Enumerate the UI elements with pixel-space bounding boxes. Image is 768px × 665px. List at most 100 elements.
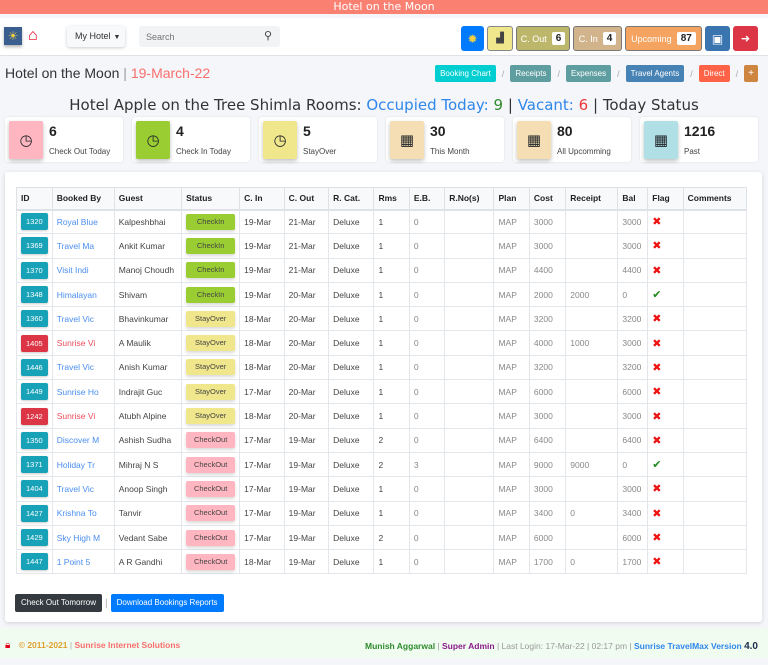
column-header[interactable]: E.B. — [408, 187, 446, 211]
booking-id-button[interactable]: 1370 — [21, 261, 48, 279]
search-input[interactable] — [139, 26, 249, 47]
booking-id-button[interactable]: 1404 — [21, 480, 48, 498]
plus-square-icon[interactable]: + — [744, 65, 758, 82]
booking-id-button[interactable]: 1405 — [21, 334, 48, 352]
column-header[interactable]: Receipt — [565, 187, 619, 211]
booking-id-button[interactable]: 1447 — [21, 553, 48, 571]
booking-id-button[interactable]: 1242 — [21, 407, 48, 425]
status-badge[interactable]: CheckOut — [186, 553, 236, 570]
table-row[interactable]: 1371 Holiday Tr Mihraj N S CheckOut 17-Mar 19… — [16, 451, 748, 478]
status-badge[interactable]: CheckIn — [186, 286, 236, 303]
table-row[interactable]: 1360 Travel Vic Bhavinkumar StayOver 18-Mar 2… — [16, 306, 748, 332]
booking-id-button[interactable]: 1429 — [21, 529, 48, 546]
column-header[interactable]: C. Out — [283, 187, 330, 211]
booked-by-link[interactable]: Himalayan — [57, 290, 97, 300]
table-row[interactable]: 1447 1 Point 5 A R Gandhi CheckOut 18-Mar 19-… — [16, 549, 748, 575]
crumb-travel-agents[interactable]: Travel Agents — [625, 65, 685, 82]
booked-by-link[interactable]: Travel Ma — [57, 241, 94, 251]
summary-card[interactable]: ◷ 6 Check Out Today — [5, 117, 123, 162]
table-row[interactable]: 1427 Krishna To Tanvir CheckOut 17-Mar 19-Mar… — [16, 500, 748, 526]
booked-by-link[interactable]: Travel Vic — [57, 362, 94, 372]
column-header[interactable]: C. In — [239, 187, 285, 211]
status-badge[interactable]: CheckOut — [186, 529, 236, 546]
booked-by-link[interactable]: Sky High M — [57, 533, 100, 543]
summary-card[interactable]: ▦ 30 This Month — [386, 117, 504, 162]
search-icon[interactable]: ⚲ — [264, 29, 272, 42]
table-row[interactable]: 1320 Royal Blue Kalpeshbhai CheckIn 19-Mar 21… — [16, 208, 748, 235]
status-badge[interactable]: StayOver — [186, 408, 236, 425]
booked-by-link[interactable]: Visit Indi — [57, 265, 89, 275]
check-out-tomorrow-button[interactable]: Check Out Tomorrow — [15, 594, 102, 612]
summary-card[interactable]: ◷ 5 StayOver — [259, 117, 377, 162]
column-header[interactable]: ID — [16, 187, 53, 211]
download-reports-button[interactable]: Download Bookings Reports — [110, 594, 224, 612]
column-header[interactable]: Status — [181, 187, 241, 211]
booking-id-button[interactable]: 1360 — [21, 310, 48, 328]
column-header[interactable]: R.No(s) — [444, 187, 495, 211]
column-header[interactable]: Flag — [647, 187, 684, 211]
crumb-receipts[interactable]: Receipts — [510, 65, 552, 82]
status-badge[interactable]: CheckOut — [186, 432, 236, 449]
home-icon[interactable]: ⌂ — [28, 28, 38, 44]
chart-button[interactable]: ▟ — [487, 26, 513, 51]
table-row[interactable]: 1429 Sky High M Vedant Sabe CheckOut 17-Mar 1… — [16, 524, 748, 551]
crumb-direct[interactable]: Direct — [698, 65, 730, 82]
product-name[interactable]: Sunrise TravelMax Version — [634, 641, 742, 651]
booked-by-link[interactable]: Krishna To — [57, 508, 97, 518]
checkin-count-button[interactable]: C. In 4 — [573, 26, 622, 51]
checkout-count-button[interactable]: C. Out 6 — [516, 26, 570, 51]
column-header[interactable]: Guest — [113, 187, 183, 211]
settings-button[interactable]: ✹ — [461, 26, 484, 51]
my-hotel-dropdown[interactable]: My Hotel ▼ — [67, 26, 125, 47]
column-header[interactable]: Bal — [617, 187, 649, 211]
table-row[interactable]: 1369 Travel Ma Ankit Kumar CheckIn 19-Mar 21-… — [16, 233, 748, 259]
table-row[interactable]: 1405 Sunrise Vi A Maulik StayOver 18-Mar 20-M… — [16, 330, 748, 356]
column-header[interactable]: R. Cat. — [328, 187, 375, 211]
table-row[interactable]: 1404 Travel Vic Anoop Singh CheckOut 17-Mar 1… — [16, 476, 748, 502]
booking-id-button[interactable]: 1446 — [21, 358, 48, 376]
upcoming-count-button[interactable]: Upcoming 87 — [625, 26, 702, 51]
column-header[interactable]: Cost — [528, 187, 567, 211]
booking-id-button[interactable]: 1449 — [21, 383, 48, 401]
column-header[interactable]: Booked By — [51, 187, 115, 211]
column-header[interactable]: Rms — [373, 187, 410, 211]
logout-button[interactable]: ➜ — [733, 26, 758, 51]
crumb-booking-chart[interactable]: Booking Chart — [435, 65, 496, 82]
column-header[interactable]: Comments — [682, 187, 748, 211]
booked-by-link[interactable]: Sunrise Vi — [57, 411, 96, 421]
bus-button[interactable]: ▣ — [705, 26, 730, 51]
booked-by-link[interactable]: Travel Vic — [57, 314, 94, 324]
column-header[interactable]: Plan — [493, 187, 530, 211]
crumb-expenses[interactable]: Expenses — [565, 65, 612, 82]
status-badge[interactable]: CheckIn — [186, 262, 236, 279]
table-row[interactable]: 1449 Sunrise Ho Indrajit Guc StayOver 17-Mar… — [16, 379, 748, 405]
table-row[interactable]: 1242 Sunrise Vi Atubh Alpine StayOver 18-Mar… — [16, 403, 748, 429]
summary-card[interactable]: ◷ 4 Check In Today — [132, 117, 250, 162]
booking-id-button[interactable]: 1369 — [21, 237, 48, 255]
status-badge[interactable]: StayOver — [186, 359, 236, 376]
booked-by-link[interactable]: Holiday Tr — [57, 460, 95, 470]
booked-by-link[interactable]: Royal Blue — [57, 217, 98, 227]
table-row[interactable]: 1446 Travel Vic Anish Kumar StayOver 18-Mar 2… — [16, 354, 748, 381]
table-row[interactable]: 1350 Discover M Ashish Sudha CheckOut 17-Mar… — [16, 427, 748, 453]
sun-logo-icon[interactable]: ☀ — [4, 27, 22, 45]
status-badge[interactable]: StayOver — [186, 383, 236, 400]
booked-by-link[interactable]: Sunrise Vi — [57, 338, 96, 348]
booked-by-link[interactable]: 1 Point 5 — [57, 557, 91, 567]
table-row[interactable]: 1370 Visit Indi Manoj Choudh CheckIn 19-Mar 2… — [16, 257, 748, 283]
status-badge[interactable]: CheckOut — [186, 480, 236, 497]
summary-card[interactable]: ▦ 80 All Upcomming — [513, 117, 631, 162]
booking-id-button[interactable]: 1427 — [21, 504, 48, 522]
status-badge[interactable]: CheckIn — [186, 237, 236, 254]
booking-id-button[interactable]: 1371 — [21, 456, 48, 474]
status-badge[interactable]: StayOver — [186, 335, 236, 352]
booked-by-link[interactable]: Sunrise Ho — [57, 387, 99, 397]
status-badge[interactable]: StayOver — [186, 310, 236, 327]
company-name[interactable]: Sunrise Internet Solutions — [74, 640, 180, 650]
status-badge[interactable]: CheckOut — [186, 505, 236, 522]
table-row[interactable]: 1348 Himalayan Shivam CheckIn 19-Mar 20-Mar De… — [16, 281, 748, 308]
booked-by-link[interactable]: Discover M — [57, 435, 100, 445]
summary-card[interactable]: ▦ 1216 Past — [640, 117, 758, 162]
booked-by-link[interactable]: Travel Vic — [57, 484, 94, 494]
status-badge[interactable]: CheckOut — [186, 456, 236, 473]
